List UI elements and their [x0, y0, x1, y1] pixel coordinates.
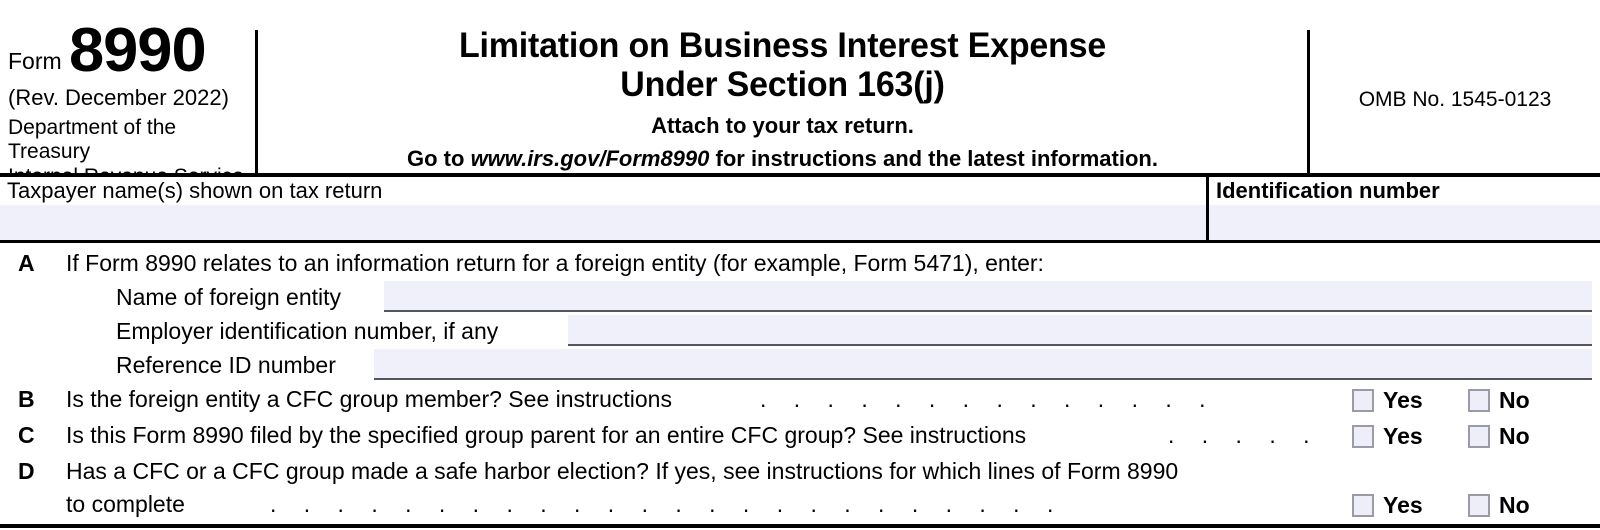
- reference-id-number-label: Reference ID number: [116, 352, 344, 379]
- form-header: Form 8990 (Rev. December 2022) Departmen…: [0, 0, 1600, 187]
- line-d-yes-label: Yes: [1383, 492, 1423, 518]
- line-b-letter: B: [18, 386, 35, 412]
- line-a: A If Form 8990 relates to an information…: [0, 246, 1600, 281]
- omb-number: OMB No. 1545-0123: [1358, 88, 1552, 111]
- line-d-yes-checkbox[interactable]: [1352, 493, 1374, 517]
- line-b-yes-option[interactable]: Yes: [1352, 387, 1423, 413]
- taxpayer-identification-row: Taxpayer name(s) shown on tax return Ide…: [0, 177, 1600, 240]
- line-c-yes-checkbox[interactable]: [1352, 424, 1374, 448]
- line-d-letter: D: [18, 458, 35, 484]
- goto-prefix: Go to: [407, 145, 471, 171]
- line-d-no-label: No: [1499, 492, 1530, 518]
- goto-suffix: for instructions and the latest informat…: [709, 145, 1158, 171]
- form-number-line: Form 8990: [8, 16, 254, 85]
- reference-id-number-input[interactable]: [374, 349, 1592, 380]
- line-b-text: Is the foreign entity a CFC group member…: [66, 386, 672, 412]
- line-a-text: If Form 8990 relates to an information r…: [66, 250, 1044, 276]
- line-c-no-label: No: [1499, 423, 1530, 449]
- identification-number-input[interactable]: [1209, 205, 1600, 240]
- identification-number-label: Identification number: [1209, 177, 1600, 204]
- goto-instructions-line: Go to www.irs.gov/Form8990 for instructi…: [260, 146, 1305, 171]
- line-b: B Is the foreign entity a CFC group memb…: [0, 383, 1600, 419]
- taxpayer-name-cell: Taxpayer name(s) shown on tax return: [0, 177, 1206, 240]
- line-a-letter: A: [18, 250, 35, 276]
- line-d-text-continued: to complete: [66, 491, 185, 517]
- irs-form-url[interactable]: www.irs.gov/Form8990: [471, 146, 710, 171]
- line-c-yes-option[interactable]: Yes: [1352, 423, 1423, 449]
- line-d: D Has a CFC or a CFC group made a safe h…: [0, 455, 1600, 488]
- line-d-dot-leader: . . . . . . . . . . . . . . . . . . . . …: [270, 491, 1054, 517]
- line-d-text: Has a CFC or a CFC group made a safe har…: [66, 458, 1179, 484]
- department-line-1: Department of the Treasury: [8, 115, 177, 164]
- line-c-dot-leader: . . . . .: [1168, 422, 1310, 448]
- line-c-letter: C: [18, 422, 35, 448]
- form-body: A If Form 8990 relates to an information…: [0, 246, 1600, 524]
- name-row-bottom-rule: [0, 240, 1600, 243]
- line-a-sub-2: Employer identification number, if any: [0, 315, 1600, 349]
- line-b-yes-label: Yes: [1383, 387, 1423, 413]
- form-title-line-2: Under Section 163(j): [620, 65, 945, 105]
- identification-number-cell: Identification number: [1209, 177, 1600, 240]
- header-divider-right: [1307, 30, 1310, 173]
- foreign-entity-name-input[interactable]: [384, 281, 1592, 312]
- form-title-block: Limitation on Business Interest Expense …: [260, 26, 1305, 171]
- foreign-entity-name-label: Name of foreign entity: [116, 284, 350, 311]
- taxpayer-name-label: Taxpayer name(s) shown on tax return: [0, 177, 1206, 204]
- line-d-yes-option[interactable]: Yes: [1352, 492, 1423, 518]
- line-b-yes-checkbox[interactable]: [1352, 388, 1374, 412]
- form-identity-block: Form 8990 (Rev. December 2022) Departmen…: [8, 16, 254, 189]
- line-b-no-option[interactable]: No: [1468, 387, 1530, 413]
- form-number: 8990: [68, 16, 207, 85]
- line-a-sub-3: Reference ID number: [0, 349, 1600, 383]
- line-d-no-option[interactable]: No: [1468, 492, 1530, 518]
- header-divider-left: [255, 30, 258, 173]
- form-bottom-rule: [0, 524, 1600, 528]
- line-d-no-checkbox[interactable]: [1468, 493, 1490, 517]
- form-word-label: Form: [8, 48, 62, 75]
- form-revision-date: (Rev. December 2022): [8, 85, 229, 111]
- line-c-no-checkbox[interactable]: [1468, 424, 1490, 448]
- line-b-dot-leader: . . . . . . . . . . . . . .: [760, 386, 1206, 412]
- taxpayer-name-input[interactable]: [0, 205, 1206, 240]
- line-c: C Is this Form 8990 filed by the specifi…: [0, 419, 1600, 455]
- form-title-line-1: Limitation on Business Interest Expense: [458, 26, 1107, 65]
- line-b-no-checkbox[interactable]: [1468, 388, 1490, 412]
- line-c-no-option[interactable]: No: [1468, 423, 1530, 449]
- line-d-continuation: to complete . . . . . . . . . . . . . . …: [0, 488, 1600, 524]
- line-a-sub-1: Name of foreign entity: [0, 281, 1600, 315]
- line-c-text: Is this Form 8990 filed by the specified…: [66, 422, 1027, 448]
- line-c-yes-label: Yes: [1383, 423, 1423, 449]
- attach-note: Attach to your tax return.: [651, 113, 914, 139]
- foreign-entity-ein-label: Employer identification number, if any: [116, 318, 507, 345]
- foreign-entity-ein-input[interactable]: [568, 315, 1592, 346]
- line-b-no-label: No: [1499, 387, 1530, 413]
- omb-block: OMB No. 1545-0123: [1320, 88, 1590, 112]
